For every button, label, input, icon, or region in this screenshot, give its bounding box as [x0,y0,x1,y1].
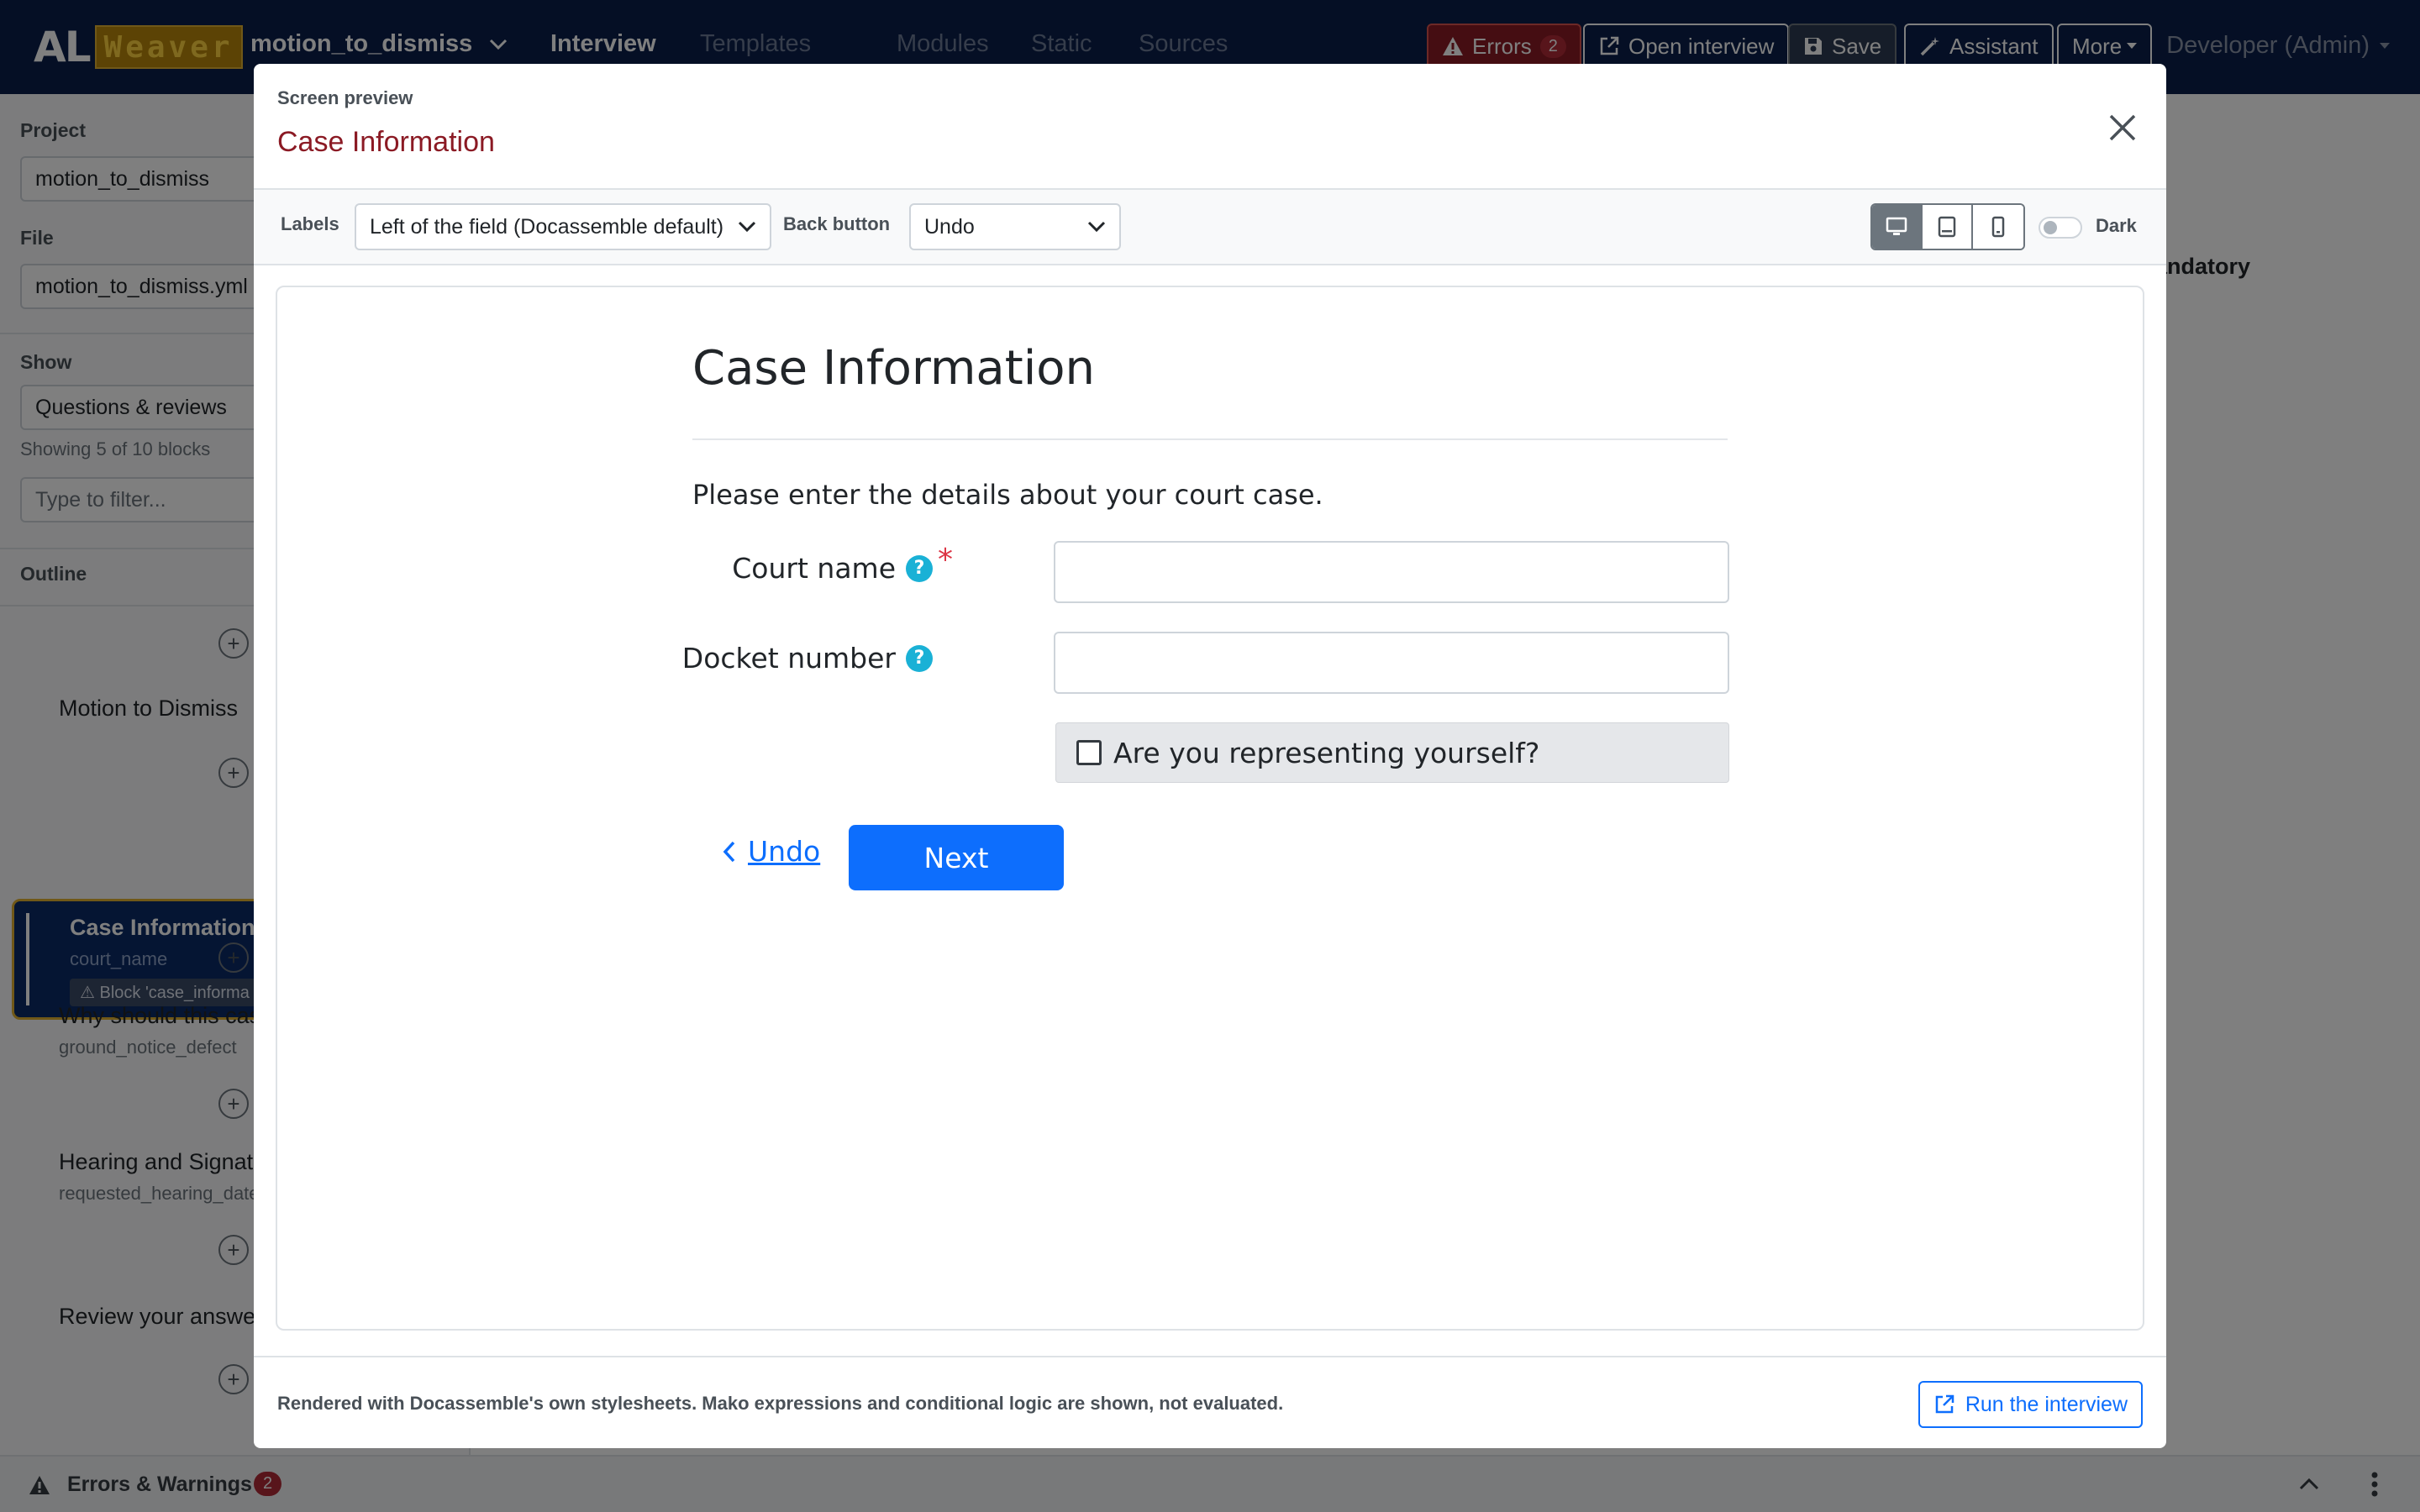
run-interview-button[interactable]: Run the interview [1918,1381,2143,1428]
next-button[interactable]: Next [849,825,1064,890]
back-button-label: Back button [783,213,891,234]
dark-mode-label: Dark [2096,215,2137,236]
help-icon[interactable]: ? [906,644,933,672]
chevron-down-icon [738,221,756,233]
tablet-icon [1938,216,1956,238]
device-toggle-group [1870,203,2025,250]
desktop-icon [1886,217,1907,235]
labels-value: Left of the field (Docassemble default) [370,214,724,239]
modal-header: Screen preview Case Information [254,64,2166,190]
checkbox-square[interactable] [1076,740,1102,765]
checkbox-label: Are you representing yourself? [1113,736,1540,769]
render-note: Rendered with Docassemble's own styleshe… [277,1393,1284,1414]
back-button-select[interactable]: Undo [909,203,1121,250]
back-button-value: Undo [924,214,975,239]
screen-preview-modal: Screen preview Case Information Labels L… [254,64,2166,1448]
representing-yourself-checkbox[interactable]: Are you representing yourself? [1055,722,1729,783]
undo-button[interactable]: Undo [723,835,820,868]
court-name-input[interactable] [1054,541,1729,603]
dark-mode-toggle[interactable] [2039,217,2082,239]
modal-footer: Rendered with Docassemble's own styleshe… [254,1356,2166,1448]
field-label-docket-number: Docket number ? [682,642,933,675]
labels-select[interactable]: Left of the field (Docassemble default) [355,203,771,250]
modal-kicker: Screen preview [277,87,413,108]
close-icon[interactable] [2104,109,2141,146]
chevron-down-icon [1087,221,1106,233]
mobile-view-button[interactable] [1973,205,2023,249]
title-divider [692,438,1728,440]
question-title: Case Information [692,341,1096,396]
court-name-label: Court name [732,552,896,585]
field-label-court-name: Court name ? * [732,543,953,585]
tablet-view-button[interactable] [1923,205,1973,249]
toggle-knob [2044,221,2057,234]
required-marker: * [938,543,953,577]
question-subquestion: Please enter the details about your cour… [692,479,1323,511]
modal-title: Case Information [277,126,495,158]
undo-label: Undo [748,835,821,868]
question-screen: Case Information Please enter the detail… [277,287,2146,1332]
docket-number-label: Docket number [681,642,896,675]
next-label: Next [923,841,989,874]
run-interview-label: Run the interview [1965,1392,2128,1416]
desktop-view-button[interactable] [1872,205,1923,249]
docket-number-input[interactable] [1054,632,1729,694]
labels-label: Labels [281,213,339,234]
chevron-left-icon [723,841,735,862]
phone-icon [1991,216,2005,238]
preview-frame: Case Information Please enter the detail… [276,286,2144,1331]
help-icon[interactable]: ? [906,554,933,582]
external-link-icon [1935,1394,1954,1414]
